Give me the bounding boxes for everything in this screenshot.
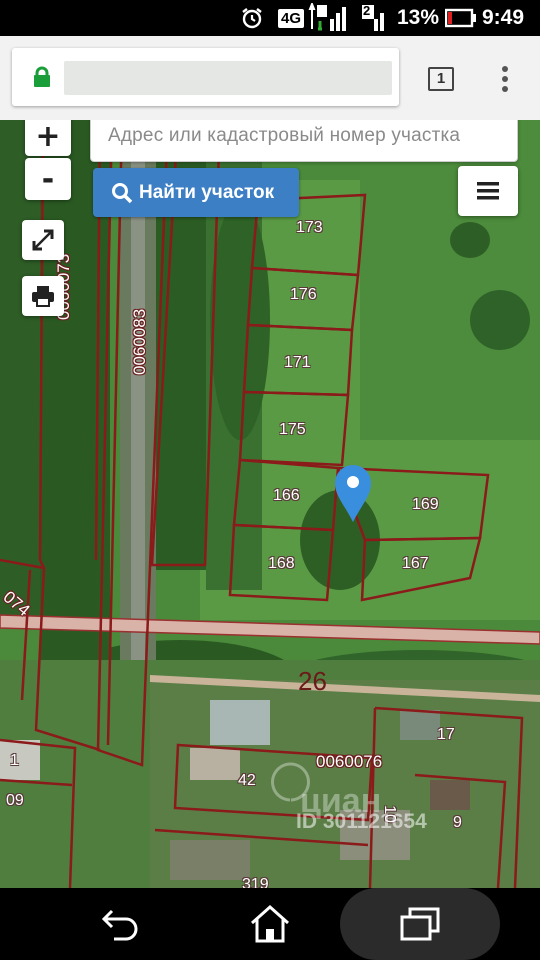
cadastral-search-input[interactable]: Адрес или кадастровый номер участка (90, 120, 518, 162)
parcel-label[interactable]: 09 (6, 792, 24, 810)
recent-apps-icon (400, 907, 440, 941)
status-bar: 4G 2 13% 9:49 (0, 0, 540, 36)
print-button[interactable] (22, 276, 64, 316)
battery-icon (445, 0, 477, 36)
find-parcel-button[interactable]: Найти участок (93, 168, 299, 217)
block-label[interactable]: 0060076 (316, 752, 382, 772)
satellite-imagery[interactable] (0, 120, 540, 888)
url-text[interactable] (64, 61, 392, 95)
alarm-icon (240, 0, 264, 36)
back-icon (101, 909, 138, 941)
lock-icon (34, 66, 50, 87)
parcel-label[interactable]: 319 (242, 876, 269, 888)
overflow-menu-icon[interactable] (494, 62, 516, 96)
parcel-label[interactable]: 169 (412, 496, 439, 514)
browser-toolbar: 1 (0, 36, 540, 120)
cadastral-map[interactable]: 173 176 171 175 166 169 168 167 17 42 1 0… (0, 120, 540, 888)
parcel-label[interactable]: 42 (238, 772, 256, 790)
fullscreen-icon (32, 229, 54, 251)
parcel-label[interactable]: 176 (290, 286, 317, 304)
home-button[interactable] (240, 888, 300, 960)
watermark-id: ID 301121654 (296, 810, 427, 833)
tab-switcher-button[interactable]: 1 (428, 67, 454, 91)
location-pin-icon[interactable] (334, 464, 372, 528)
layers-menu-button[interactable] (458, 166, 518, 216)
fullscreen-button[interactable] (22, 220, 64, 260)
search-icon (112, 182, 133, 203)
parcel-label[interactable]: 167 (402, 555, 429, 573)
parcel-label[interactable]: 168 (268, 555, 295, 573)
block-label[interactable]: 0060083 (130, 309, 150, 375)
parcel-label[interactable]: 171 (284, 354, 311, 372)
zoom-in-button[interactable]: + (25, 120, 71, 156)
parcel-label[interactable]: 1 (10, 752, 19, 770)
zoom-out-button[interactable]: - (25, 158, 71, 200)
network-type: 4G (278, 8, 305, 28)
system-nav-bar (0, 888, 540, 960)
address-bar[interactable] (12, 48, 399, 106)
parcel-label[interactable]: 173 (296, 219, 323, 237)
parcel-label[interactable]: 175 (279, 421, 306, 439)
parcel-label[interactable]: 166 (273, 487, 300, 505)
home-icon (251, 905, 289, 943)
quarter-label: 26 (298, 666, 327, 696)
signal-icon (308, 0, 352, 36)
parcel-label[interactable]: 9 (453, 814, 462, 832)
print-icon (32, 286, 54, 307)
back-button[interactable] (90, 888, 150, 960)
battery-percent: 13% (397, 6, 440, 29)
find-parcel-label: Найти участок (139, 181, 275, 203)
sim-slot-number: 2 (363, 2, 371, 18)
parcel-label[interactable]: 17 (437, 726, 455, 744)
clock: 9:49 (482, 6, 525, 29)
hamburger-menu-icon (477, 182, 499, 200)
recent-apps-button[interactable] (390, 888, 450, 960)
